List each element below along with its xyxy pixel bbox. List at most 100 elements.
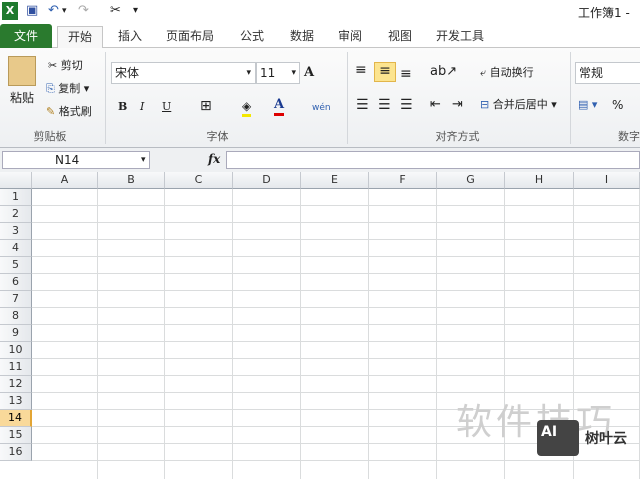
row-header-11[interactable]: 11 [0,359,32,376]
cut-button[interactable]: ✂ 剪切 [48,58,83,74]
underline-button[interactable]: U [162,99,171,115]
brush-icon: ✎ [46,105,59,118]
row-gridline [32,239,640,240]
row-header-10[interactable]: 10 [0,342,32,359]
watermark-brand: 树叶云 [585,431,627,447]
font-name-value: 宋体 [115,66,140,80]
number-format-value: 常规 [579,66,604,80]
select-all-corner[interactable] [0,172,32,189]
column-header-I[interactable]: I [574,172,640,189]
name-box-value: N14 [55,153,80,167]
alignment-group-label: 对齐方式 [435,130,480,143]
row-header-2[interactable]: 2 [0,206,32,223]
insert-function-button[interactable]: fx [150,151,226,169]
column-header-D[interactable]: D [233,172,301,189]
column-header-A[interactable]: A [32,172,98,189]
row-header-5[interactable]: 5 [0,257,32,274]
column-header-H[interactable]: H [505,172,574,189]
merge-center-button[interactable]: ⊟ 合并后居中 ▾ [480,97,557,113]
align-top-button[interactable]: ≡ [355,62,367,78]
tab-insert[interactable]: 插入 [110,26,150,48]
align-middle-button[interactable]: ≡ [374,62,396,82]
wrap-text-label: 自动换行 [489,66,534,79]
ribbon-tabs: 文件 开始 插入 页面布局 公式 数据 审阅 视图 开发工具 [0,22,640,49]
tab-view[interactable]: 视图 [380,26,420,48]
bold-button[interactable]: B [118,99,127,115]
tab-review[interactable]: 审阅 [330,26,370,48]
tab-page-layout[interactable]: 页面布局 [162,26,218,48]
italic-button[interactable]: I [140,99,144,115]
row-gridline [32,375,640,376]
row-header-13[interactable]: 13 [0,393,32,410]
grow-font-button[interactable]: A [304,65,314,81]
cut-label: 剪切 [60,59,83,72]
tab-data[interactable]: 数据 [282,26,322,48]
font-name-select[interactable]: 宋体 ▾ [111,62,256,84]
redo-icon[interactable]: ↷ [78,2,89,20]
undo-dropdown-icon[interactable]: ▾ [62,2,67,20]
formula-input[interactable] [226,151,640,169]
phonetic-button[interactable]: wén [312,100,331,116]
tab-home[interactable]: 开始 [57,26,103,49]
scissors-icon: ✂ [48,59,61,72]
increase-indent-button[interactable]: ⇥ [452,97,463,113]
paint-bucket-icon: ◈ [242,99,252,113]
row-header-1[interactable]: 1 [0,189,32,206]
font-group-label: 字体 [206,130,229,143]
copy-icon: ⎘ [46,82,59,95]
number-format-select[interactable]: 常规 [575,62,640,84]
watermark-logo: AI [537,420,579,456]
name-box[interactable]: N14 ▾ [2,151,150,169]
tab-formulas[interactable]: 公式 [232,26,272,48]
chevron-down-icon: ▾ [141,155,146,165]
column-header-C[interactable]: C [165,172,233,189]
copy-label: 复制 [58,82,81,95]
align-left-button[interactable]: ☰ [356,97,369,113]
paste-button[interactable]: 粘贴 [10,90,34,106]
group-divider [570,52,571,144]
row-header-14[interactable]: 14 [0,410,32,427]
column-header-B[interactable]: B [98,172,165,189]
format-painter-button[interactable]: ✎ 格式刷 [46,104,92,120]
wrap-text-button[interactable]: ⤶ 自动换行 [480,65,534,81]
row-header-3[interactable]: 3 [0,223,32,240]
customize-quick-access-icon[interactable]: ▾ [133,2,138,20]
row-header-8[interactable]: 8 [0,308,32,325]
row-header-12[interactable]: 12 [0,376,32,393]
percent-button[interactable]: % [612,97,623,113]
font-size-select[interactable]: 11 ▾ [256,62,300,84]
decrease-indent-button[interactable]: ⇤ [430,97,441,113]
align-bottom-button[interactable]: ≡ [400,66,412,82]
copy-button[interactable]: ⎘ 复制 ▾ [46,81,89,97]
column-header-G[interactable]: G [437,172,505,189]
group-divider [347,52,348,144]
column-gridline [97,189,98,479]
fill-color-button[interactable]: ◈ [242,98,252,117]
ribbon: 粘贴 ✂ 剪切 ⎘ 复制 ▾ ✎ 格式刷 剪贴板 宋体 ▾ 11 ▾ A B I U… [0,48,640,148]
row-header-15[interactable]: 15 [0,427,32,444]
borders-button[interactable]: ⊞ [200,98,212,114]
font-color-button[interactable]: A [274,97,285,116]
row-header-7[interactable]: 7 [0,291,32,308]
paste-icon[interactable] [8,56,36,86]
row-gridline [32,460,640,461]
align-center-button[interactable]: ☰ [378,97,391,113]
row-header-4[interactable]: 4 [0,240,32,257]
merge-icon: ⊟ [480,98,493,111]
row-header-16[interactable]: 16 [0,444,32,461]
align-right-button[interactable]: ☰ [400,97,413,113]
row-header-6[interactable]: 6 [0,274,32,291]
orientation-button[interactable]: ab↗ [430,64,457,80]
undo-icon[interactable]: ↶ [48,2,59,20]
row-header-9[interactable]: 9 [0,325,32,342]
tab-file[interactable]: 文件 [0,24,52,48]
column-header-E[interactable]: E [301,172,369,189]
column-gridline [300,189,301,479]
row-gridline [32,358,640,359]
save-icon[interactable]: ▣ [26,2,42,20]
tab-developer[interactable]: 开发工具 [430,26,490,48]
column-header-F[interactable]: F [369,172,437,189]
column-gridline [436,189,437,479]
currency-button[interactable]: ▤ ▾ [578,97,597,113]
tools-icon[interactable]: ✂ [110,2,121,20]
